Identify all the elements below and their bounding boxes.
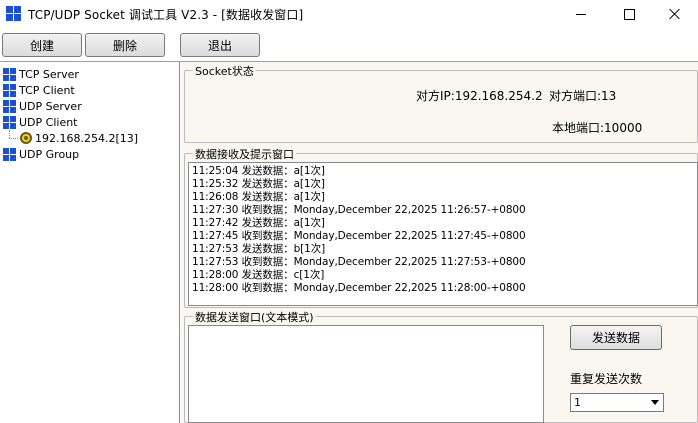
log-line: 11:27:45 收到数据：Monday,December 22,2025 11… — [192, 230, 526, 242]
log-line: 11:28:00 发送数据：c[1次] — [192, 269, 325, 281]
repeat-count-value: 1 — [574, 396, 581, 409]
app-grid-icon — [6, 6, 22, 22]
window-title: TCP/UDP Socket 调试工具 V2.3 - [数据收发窗口] — [28, 8, 304, 22]
maximize-button[interactable] — [606, 0, 652, 28]
tree-item-udp-server[interactable]: UDP Server — [3, 98, 82, 114]
delete-button[interactable]: 删除 — [85, 33, 165, 57]
create-button[interactable]: 创建 — [2, 33, 82, 57]
repeat-count-label: 重复发送次数 — [570, 372, 643, 386]
tree-item-connection[interactable]: 192.168.254.2[13] — [20, 130, 138, 146]
log-line: 11:27:53 收到数据：Monday,December 22,2025 11… — [192, 256, 526, 268]
repeat-count-select[interactable]: 1 — [570, 393, 664, 412]
tree-item-tcp-client[interactable]: TCP Client — [3, 82, 75, 98]
toolbar: 创建 删除 退出 — [0, 28, 698, 62]
log-line: 11:26:08 发送数据：a[1次] — [192, 191, 325, 203]
log-line: 11:27:30 收到数据：Monday,December 22,2025 11… — [192, 204, 526, 216]
local-port-label: 本地端口:10000 — [552, 121, 643, 135]
exit-button[interactable]: 退出 — [180, 33, 260, 57]
tree-item-tcp-server[interactable]: TCP Server — [3, 66, 79, 82]
grid-icon — [3, 147, 16, 161]
minimize-button[interactable] — [558, 0, 604, 28]
tree-item-label: UDP Server — [19, 99, 82, 113]
tree-item-udp-group[interactable]: UDP Group — [3, 146, 79, 162]
log-line: 11:25:32 发送数据：a[1次] — [192, 178, 325, 190]
tree-item-udp-client[interactable]: UDP Client — [3, 114, 78, 130]
tree-item-label: UDP Group — [19, 147, 80, 161]
tree-connector — [9, 130, 10, 138]
socket-tree[interactable]: TCP Server TCP Client UDP Server UDP Cli… — [0, 62, 180, 423]
close-button[interactable] — [652, 0, 698, 28]
grid-icon — [3, 115, 16, 129]
tree-connector — [9, 138, 18, 139]
maximize-icon — [623, 8, 635, 20]
peer-ip-label: 对方IP:192.168.254.2 — [416, 89, 543, 103]
log-line: 11:28:00 收到数据：Monday,December 22,2025 11… — [192, 282, 526, 294]
log-line: 11:27:53 发送数据：b[1次] — [192, 243, 326, 255]
connection-node-icon — [20, 132, 32, 144]
grid-icon — [3, 67, 16, 81]
peer-port-label: 对方端口:13 — [549, 89, 617, 103]
title-bar: TCP/UDP Socket 调试工具 V2.3 - [数据收发窗口] — [0, 0, 698, 28]
receive-log[interactable]: 11:25:04 发送数据：a[1次] 11:25:32 发送数据：a[1次] … — [188, 162, 698, 306]
send-legend: 数据发送窗口(文本模式) — [193, 309, 316, 325]
socket-status-legend: Socket状态 — [193, 63, 256, 79]
grid-icon — [3, 99, 16, 113]
grid-icon — [3, 83, 16, 97]
tree-item-label: TCP Client — [19, 83, 75, 97]
tree-item-label: UDP Client — [19, 115, 78, 129]
send-data-button[interactable]: 发送数据 — [570, 325, 662, 350]
tree-item-label: TCP Server — [19, 67, 79, 81]
send-input[interactable] — [188, 325, 544, 423]
tree-item-label: 192.168.254.2[13] — [35, 131, 139, 145]
close-icon — [669, 8, 681, 20]
receive-legend: 数据接收及提示窗口 — [193, 146, 296, 162]
log-line: 11:27:42 发送数据：a[1次] — [192, 217, 325, 229]
minimize-icon — [576, 13, 586, 15]
log-line: 11:25:04 发送数据：a[1次] — [192, 165, 325, 177]
chevron-down-icon[interactable] — [646, 394, 663, 411]
